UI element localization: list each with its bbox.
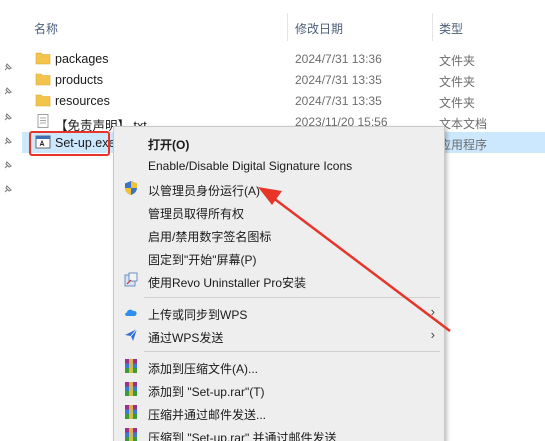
- column-header-name[interactable]: 名称: [34, 20, 58, 37]
- file-name: resources: [55, 94, 110, 108]
- pin-icon: [3, 184, 13, 194]
- menu-item-label: 固定到"开始"屏幕(P): [148, 253, 257, 267]
- file-list-header: 名称 修改日期 类型: [22, 0, 545, 42]
- menu-item-label: 通过WPS发送: [148, 331, 224, 345]
- text-file-icon: [35, 114, 51, 128]
- menu-item-label: Enable/Disable Digital Signature Icons: [148, 159, 353, 173]
- menu-item-label: 上传或同步到WPS: [148, 308, 248, 322]
- winrar-icon: [123, 358, 139, 374]
- menu-item-pin-start[interactable]: 固定到"开始"屏幕(P): [115, 246, 445, 268]
- chevron-right-icon: ›: [430, 327, 435, 342]
- folder-icon: [35, 93, 51, 107]
- file-type: 文件夹: [439, 96, 476, 110]
- file-name: packages: [55, 52, 109, 66]
- context-menu: 打开(O) Enable/Disable Digital Signature I…: [113, 126, 445, 441]
- pin-icon: [3, 112, 13, 122]
- menu-item-label: 压缩到 "Set-up.rar" 并通过邮件发送: [148, 431, 337, 441]
- menu-item-label: 添加到压缩文件(A)...: [148, 362, 258, 376]
- menu-item-add-rar[interactable]: 添加到 "Set-up.rar"(T): [115, 378, 445, 400]
- file-row-packages[interactable]: packages 2024/7/31 13:36 文件夹: [22, 48, 545, 69]
- menu-item-take-ownership[interactable]: 管理员取得所有权: [115, 200, 445, 222]
- menu-separator: [144, 297, 440, 298]
- pin-icon: [3, 86, 13, 96]
- file-date: 2024/7/31 13:35: [295, 73, 382, 87]
- menu-item-run-as-admin[interactable]: 以管理员身份运行(A): [115, 177, 445, 199]
- menu-item-open[interactable]: 打开(O): [115, 131, 445, 153]
- menu-item-wps-send[interactable]: 通过WPS发送 ›: [115, 324, 445, 346]
- file-type: 文件夹: [439, 54, 476, 68]
- pin-icon: [3, 62, 13, 72]
- file-type: 文本文档: [439, 117, 488, 131]
- winrar-icon: [123, 381, 139, 397]
- menu-separator: [144, 351, 440, 352]
- file-date: 2024/7/31 13:36: [295, 52, 382, 66]
- folder-icon: [35, 72, 51, 86]
- winrar-icon: [123, 427, 139, 441]
- column-header-date[interactable]: 修改日期: [295, 20, 343, 37]
- menu-item-compress-rar-email[interactable]: 压缩到 "Set-up.rar" 并通过邮件发送: [115, 424, 445, 441]
- file-row-resources[interactable]: resources 2024/7/31 13:35 文件夹: [22, 90, 545, 111]
- menu-item-label: 使用Revo Uninstaller Pro安装: [148, 276, 307, 290]
- uac-shield-icon: [123, 180, 139, 196]
- send-icon: [123, 327, 139, 343]
- menu-item-toggle-signature[interactable]: 启用/禁用数字签名图标: [115, 223, 445, 245]
- menu-item-label: 压缩并通过邮件发送...: [148, 408, 267, 422]
- menu-item-label: 启用/禁用数字签名图标: [148, 230, 272, 244]
- pin-icon: [3, 136, 13, 146]
- file-date: 2024/7/31 13:35: [295, 94, 382, 108]
- menu-item-label: 管理员取得所有权: [148, 207, 245, 221]
- winrar-icon: [123, 404, 139, 420]
- menu-item-label: 以管理员身份运行(A): [148, 184, 260, 198]
- pin-icon: [3, 160, 13, 170]
- menu-item-compress-email[interactable]: 压缩并通过邮件发送...: [115, 401, 445, 423]
- file-name: products: [55, 73, 103, 87]
- cloud-icon: [123, 304, 139, 320]
- revo-uninstaller-icon: [123, 272, 139, 288]
- menu-item-signature-icons[interactable]: Enable/Disable Digital Signature Icons: [115, 154, 445, 176]
- quick-access-pin-strip: [0, 0, 22, 441]
- file-row-products[interactable]: products 2024/7/31 13:35 文件夹: [22, 69, 545, 90]
- file-type: 文件夹: [439, 75, 476, 89]
- chevron-right-icon: ›: [430, 304, 435, 319]
- column-divider[interactable]: [432, 13, 433, 41]
- menu-item-wps-upload[interactable]: 上传或同步到WPS ›: [115, 301, 445, 323]
- column-header-type[interactable]: 类型: [439, 20, 463, 37]
- column-divider[interactable]: [287, 13, 288, 41]
- menu-item-add-archive[interactable]: 添加到压缩文件(A)...: [115, 355, 445, 377]
- file-type: 应用程序: [439, 138, 488, 152]
- annotation-highlight-box: [29, 131, 110, 156]
- folder-icon: [35, 51, 51, 65]
- menu-item-revo-install[interactable]: 使用Revo Uninstaller Pro安装: [115, 269, 445, 291]
- menu-item-label: 打开(O): [148, 138, 190, 152]
- menu-item-label: 添加到 "Set-up.rar"(T): [148, 385, 265, 399]
